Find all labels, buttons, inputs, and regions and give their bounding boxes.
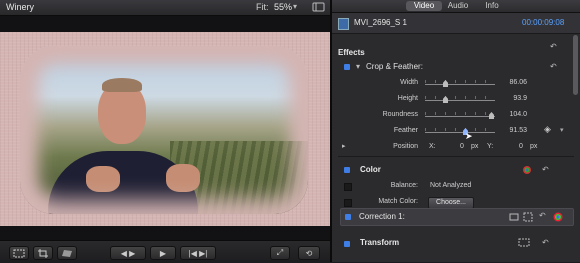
roundness-value[interactable]: 104.0 [497, 111, 527, 118]
clip-name: MVI_2696_S 1 [354, 18, 407, 27]
feather-slider[interactable] [425, 126, 495, 135]
roundness-slider[interactable] [425, 110, 495, 119]
next-frame-icon[interactable]: ▶︎ [129, 249, 135, 258]
jog-buttons[interactable]: ◀︎ ▶︎ [110, 246, 146, 260]
width-slider[interactable] [425, 78, 495, 87]
distort-overlay-button[interactable] [57, 246, 77, 260]
chevron-down-icon[interactable]: ▾ [293, 2, 297, 11]
feather-value[interactable]: 91.53 [497, 127, 527, 134]
crop-feather-reset-icon[interactable]: ↶ [550, 62, 557, 71]
distort-icon [62, 249, 72, 257]
clip-header: MVI_2696_S 1 00:00:09:08 [332, 13, 580, 34]
position-x-value[interactable]: 0 [460, 143, 464, 150]
width-label: Width [400, 79, 418, 86]
position-y-label: Y: [487, 143, 494, 150]
color-wheel-icon[interactable] [553, 212, 563, 222]
correction-title: Correction 1: [359, 212, 405, 221]
position-x-unit: px [471, 143, 479, 150]
position-disclosure-icon[interactable]: ▸ [342, 142, 346, 150]
transform-icon [13, 249, 25, 257]
loop-button[interactable]: ⟲ [298, 246, 320, 260]
balance-checkbox[interactable] [344, 183, 352, 191]
correction-reset-icon[interactable]: ↶ [539, 211, 546, 220]
fit-zoom-value[interactable]: 55% [274, 2, 292, 12]
reset-icon[interactable]: ↶ [550, 42, 557, 51]
animation-menu-icon[interactable]: ▾ [560, 126, 564, 134]
match-color-label: Match Color: [378, 198, 418, 205]
correction-enable-checkbox[interactable] [345, 214, 351, 220]
crop-icon [38, 248, 48, 258]
keyframe-icon[interactable]: ◈ [544, 124, 551, 135]
video-frame-background [0, 32, 330, 226]
position-y-value[interactable]: 0 [519, 143, 523, 150]
disclosure-triangle-icon[interactable]: ▾ [356, 62, 360, 71]
fullscreen-button[interactable]: ⤢ [270, 246, 290, 260]
fullscreen-icon: ⤢ [276, 248, 284, 257]
play-button[interactable]: ▶ [150, 246, 176, 260]
viewer-toolbar: Winery Fit: 55% ▾ [0, 0, 330, 16]
previous-edit-icon[interactable]: |◀ [189, 249, 197, 258]
transform-reset-icon[interactable]: ↶ [542, 238, 549, 247]
crop-overlay-button[interactable] [33, 246, 53, 260]
balance-value: Not Analyzed [430, 182, 472, 189]
viewer-transport-bar: ◀︎ ▶︎ ▶ |◀ ▶| ⤢ ⟲ [0, 240, 330, 263]
feather-label: Feather [393, 127, 418, 134]
loop-icon: ⟲ [305, 248, 313, 258]
video-preview[interactable] [20, 46, 308, 214]
clip-icon [338, 18, 349, 30]
effects-title: Effects [338, 48, 365, 57]
tab-audio[interactable]: Audio [442, 1, 474, 11]
correction-row[interactable]: Correction 1: ↶ [340, 208, 574, 226]
height-value[interactable]: 93.9 [497, 95, 527, 102]
transform-enable-checkbox[interactable] [344, 241, 350, 247]
tab-info[interactable]: Info [478, 1, 506, 11]
transform-onscreen-icon[interactable] [518, 238, 530, 247]
shape-mask-icon[interactable] [523, 212, 533, 222]
tab-video[interactable]: Video [406, 1, 442, 11]
height-label: Height [397, 95, 418, 102]
play-icon: ▶ [159, 248, 167, 258]
color-board-icon[interactable] [522, 165, 532, 175]
section-divider [338, 156, 574, 157]
effects-section-header: Effects ↶ [338, 42, 574, 58]
position-x-label: X: [429, 143, 436, 150]
crop-feather-title: Crop & Feather: [366, 62, 423, 71]
clip-timecode: 00:00:09:08 [522, 18, 565, 27]
previous-frame-icon[interactable]: ◀︎ [121, 249, 127, 258]
color-reset-icon[interactable]: ↶ [542, 165, 549, 174]
edit-point-buttons[interactable]: |◀ ▶| [180, 246, 216, 260]
transform-title: Transform [360, 238, 400, 247]
feather-vignette [20, 46, 308, 214]
mask-icon[interactable] [509, 212, 519, 222]
next-edit-icon[interactable]: ▶| [199, 249, 207, 258]
color-enable-checkbox[interactable] [344, 167, 350, 173]
color-title: Color [360, 165, 381, 174]
balance-label: Balance: [390, 182, 418, 189]
view-options-icon[interactable] [312, 1, 325, 13]
match-color-checkbox[interactable] [344, 199, 352, 207]
mouse-cursor-icon: ➤ [465, 131, 473, 141]
transform-overlay-button[interactable] [9, 246, 29, 260]
crop-feather-enable-checkbox[interactable] [344, 64, 350, 70]
viewer: Winery Fit: 55% ▾ ◀︎ ▶︎ ▶ |◀ ▶| ⤢ ⟲ [0, 0, 330, 263]
fit-label: Fit: [256, 2, 269, 12]
position-label: Position [393, 143, 418, 150]
inspector-tabs: Video Audio Info [332, 0, 580, 13]
height-slider[interactable] [425, 94, 495, 103]
roundness-label: Roundness [382, 111, 418, 118]
position-y-unit: px [530, 143, 538, 150]
width-value[interactable]: 86.06 [497, 79, 527, 86]
inspector-panel: Video Audio Info MVI_2696_S 1 00:00:09:0… [332, 0, 580, 262]
viewer-title: Winery [6, 2, 35, 12]
